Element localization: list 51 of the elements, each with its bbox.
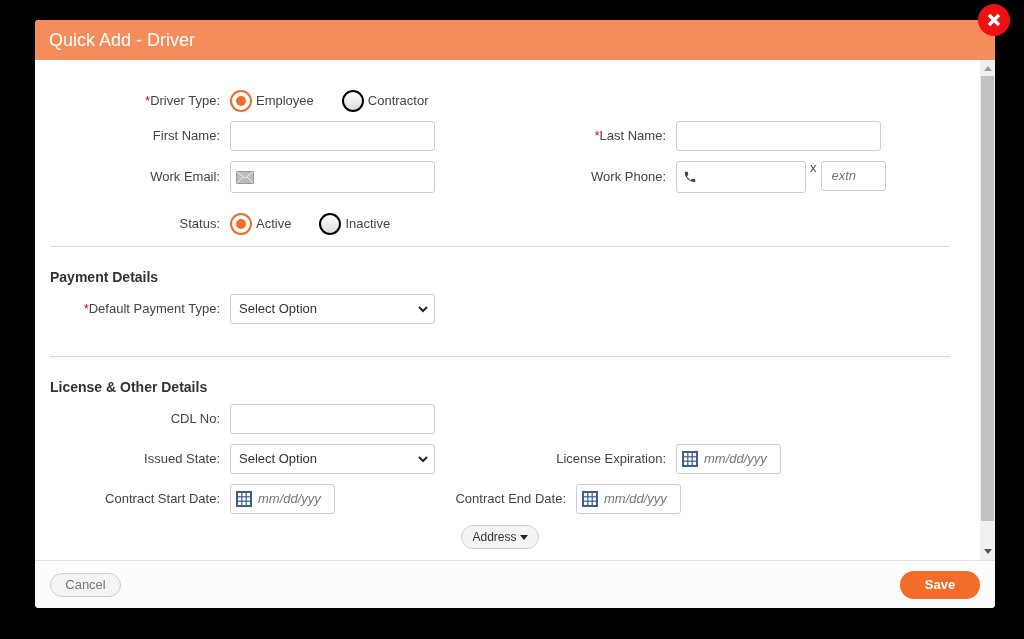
select-dropdown[interactable]: Select Option [230,294,435,324]
text-field[interactable] [676,121,881,151]
text-field[interactable] [230,404,435,434]
radio-button[interactable] [230,213,252,235]
chevron-down-icon [418,455,428,463]
radio-button[interactable] [341,89,364,112]
envelope-icon [236,170,254,184]
radio-button[interactable] [230,89,252,112]
date-field[interactable]: mm/dd/yyy [230,484,335,514]
field-label: Contract Start Date: [105,490,220,509]
scrollbar[interactable] [980,60,995,560]
cancel-button[interactable]: Cancel [50,572,121,597]
field-label: Status: [179,215,220,234]
section-heading: Payment Details [50,268,160,287]
phone-icon [683,170,697,184]
field-label: Work Email: [150,168,220,187]
radio-label: Inactive [345,215,391,234]
section-heading: License & Other Details [50,378,209,397]
field-label: First Name: [152,127,220,146]
text-field[interactable] [230,121,435,151]
calendar-icon [682,451,698,467]
radio-label: Active [256,215,292,234]
phone-field[interactable] [676,161,806,193]
field-label: Work Phone: [591,168,666,187]
field-label: *Last Name: [594,127,666,146]
radio-label: Employee [256,91,314,110]
dialog-title: Quick Add - Driver [49,28,196,52]
radio-button[interactable] [319,213,342,235]
email-field[interactable] [230,161,435,193]
field-label: Issued State: [144,450,220,469]
field-label: License Expiration: [556,450,666,469]
scroll-down-icon[interactable] [983,549,992,554]
extension-field[interactable]: extn [820,161,886,191]
field-label: *Driver Type: [145,91,220,110]
field-label: Contract End Date: [455,490,566,509]
scroll-up-icon[interactable] [983,66,992,71]
close-button[interactable] [978,4,1010,36]
date-field[interactable]: mm/dd/yyy [676,444,781,474]
field-label: *Default Payment Type: [83,300,220,319]
field-label: CDL No: [170,410,220,429]
caret-icon [519,534,528,540]
extension-separator: x [809,161,818,175]
calendar-icon [236,491,252,507]
chevron-down-icon [418,305,428,313]
address-button[interactable]: Address [461,525,539,549]
select-dropdown[interactable]: Select Option [230,444,435,474]
radio-label: Contractor [367,91,429,110]
save-button[interactable]: Save [900,570,980,599]
calendar-icon [582,491,598,507]
close-icon [987,13,1001,27]
date-field[interactable]: mm/dd/yyy [576,484,681,514]
